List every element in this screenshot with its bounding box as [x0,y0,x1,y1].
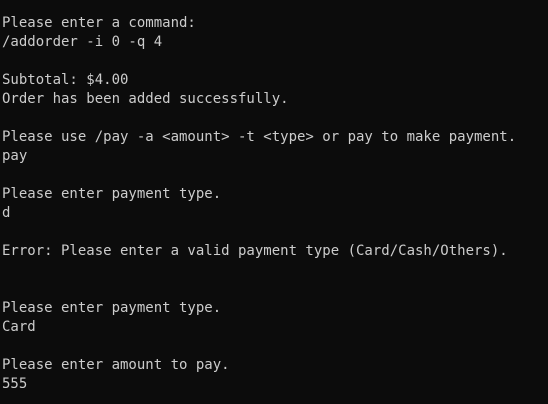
command-input-echo: /addorder -i 0 -q 4 [2,34,163,50]
terminal-window[interactable]: Please enter a command: /addorder -i 0 -… [0,0,548,404]
amount-prompt: Please enter amount to pay. [2,357,230,373]
subtotal-text: Subtotal: $4.00 [2,72,129,88]
amount-input-echo: 555 [2,376,28,392]
pay-command-echo: pay [2,148,28,164]
prompt-text: Please enter a command: [2,15,196,31]
payment-type-input-echo: d [2,205,11,221]
payment-type-prompt: Please enter payment type. [2,300,222,316]
payment-type-input-echo: Card [2,319,36,335]
success-message: Order has been added successfully. [2,91,289,107]
payment-type-prompt: Please enter payment type. [2,186,222,202]
error-message: Error: Please enter a valid payment type… [2,243,508,259]
pay-instruction-text: Please use /pay -a <amount> -t <type> or… [2,129,517,145]
